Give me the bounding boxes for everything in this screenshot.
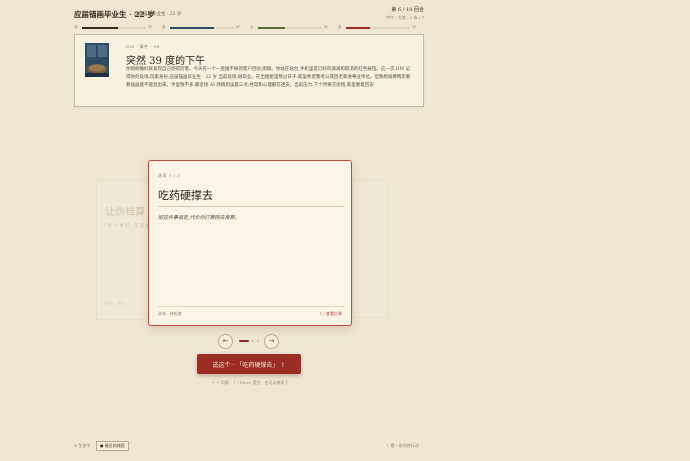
choice-card-next[interactable] — [352, 180, 388, 318]
ghost-footer: 状态 · 逐伤 — [105, 301, 125, 306]
choice-number: 选项 1 / 3 — [158, 173, 181, 178]
ghost-title: 让伤档算 — [105, 207, 145, 218]
stat-name: 心 — [250, 25, 254, 29]
turn-counter: 第 6 / 10 回合 中午 · 大势 · 3 市 / 7 — [372, 6, 424, 26]
stat-fill — [258, 27, 285, 29]
event-title: 突然 39 度的下午 — [126, 56, 206, 67]
confirm-choice-button[interactable]: 选这个 · 「吃药硬撑去」 ↑ — [197, 354, 301, 374]
choice-description: 把这件事搞定,代价你打算回去再算。 — [158, 215, 240, 221]
stat-money: 钱 50 — [74, 24, 159, 32]
stat-fame: 名 38 — [338, 24, 423, 32]
next-choice-button[interactable]: → — [264, 334, 279, 349]
ghost-text: “请 个 事 假 , 在 家 躺 — [105, 224, 151, 229]
turn-sublabel: 中午 · 大势 · 3 市 / 7 — [386, 15, 424, 20]
stat-bars: 钱 50 身 69 心 42 名 38 — [74, 24, 424, 32]
stat-value: 69 — [236, 25, 241, 29]
event-body: 你刚刚做好就发现自己烧得厉害。今天有一个一直推不掉的客户回访,刚刚。你站在站台,… — [126, 67, 411, 88]
turn-label: 第 6 / 10 回合 — [391, 7, 424, 13]
stat-mind: 心 42 — [250, 24, 335, 32]
event-meta: DM · 事件 · 06 — [126, 44, 161, 49]
stat-track — [82, 27, 146, 29]
choice-card-previous[interactable]: 让伤档算 “请 个 事 假 , 在 家 躺 状态 · 逐伤 — [96, 180, 152, 320]
choice-status: 未知 · 待检查 — [158, 311, 182, 316]
stat-track — [170, 27, 234, 29]
stat-name: 身 — [162, 25, 166, 29]
stat-track — [258, 27, 322, 29]
pager-dot-active[interactable] — [239, 340, 249, 342]
event-card: DM · 事件 · 06 突然 39 度的下午 你刚刚做好就发现自己烧得厉害。今… — [74, 34, 424, 107]
pager-dot[interactable] — [252, 340, 254, 342]
footer-status: ⊙ 生命平 — [74, 443, 91, 448]
stat-value: 42 — [324, 25, 329, 29]
divider — [158, 206, 344, 207]
prev-choice-button[interactable]: ← — [218, 334, 233, 349]
stat-name: 名 — [338, 25, 342, 29]
window-scene-icon — [85, 43, 109, 77]
stat-fill — [346, 27, 371, 29]
keyboard-hint: ← → 切换 · ↑ / Enter 提交 · 也可以继续下 — [211, 380, 289, 385]
choice-title: 吃药硬撑去 — [158, 189, 213, 202]
pager-dot[interactable] — [257, 340, 259, 342]
view-actions-link[interactable]: ↓ 看一份你的行动 — [386, 443, 419, 449]
stat-name: 钱 — [74, 25, 78, 29]
stat-fill — [170, 27, 215, 29]
confirm-label: 选这个 · 「吃药硬撑去」 ↑ — [212, 362, 286, 369]
stat-body: 身 69 — [162, 24, 247, 32]
view-consequence-link[interactable]: ↑ / 查看后果 — [319, 311, 342, 317]
event-illustration — [85, 43, 109, 77]
page-subtitle: 应届锚画毕业生 · 22 岁 — [134, 12, 182, 17]
stat-fill — [82, 27, 118, 29]
stat-track — [346, 27, 410, 29]
thread-toggle-button[interactable]: ● 能见的线程 — [96, 441, 129, 451]
stat-value: 50 — [148, 25, 153, 29]
stat-value: 38 — [412, 25, 417, 29]
choice-card[interactable]: 选项 1 / 3 吃药硬撑去 把这件事搞定,代价你打算回去再算。 未知 · 待检… — [148, 160, 352, 326]
divider — [158, 306, 344, 307]
